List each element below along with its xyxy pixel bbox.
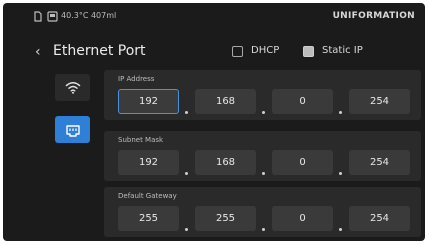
octet-separator: [185, 111, 188, 114]
page-title: Ethernet Port: [53, 43, 146, 59]
static-ip-label: Static IP: [322, 45, 363, 56]
octet-separator: [339, 111, 342, 114]
octet-separator: [339, 228, 342, 231]
default-gateway-panel: Default Gateway 255 255 0 254: [104, 187, 421, 237]
static-ip-checkbox[interactable]: [303, 45, 314, 57]
tab-wifi[interactable]: [55, 74, 90, 101]
brand-logo: UNIFORMATION: [332, 11, 415, 21]
back-button[interactable]: ‹: [35, 45, 41, 59]
gateway-octet-2[interactable]: 255: [195, 206, 256, 231]
static-ip-option[interactable]: Static IP: [303, 43, 363, 59]
tab-ethernet[interactable]: [55, 116, 90, 143]
octet-separator: [262, 172, 265, 175]
gateway-octet-1[interactable]: 255: [118, 206, 179, 231]
subnet-mask-label: Subnet Mask: [118, 136, 164, 144]
ip-address-panel: IP Address 192 168 0 254: [104, 70, 421, 120]
ip-octet-4[interactable]: 254: [349, 89, 410, 114]
ethernet-icon: [65, 124, 80, 137]
default-gateway-label: Default Gateway: [118, 192, 177, 200]
subnet-mask-panel: Subnet Mask 192 168 0 254: [104, 131, 421, 181]
octet-separator: [185, 172, 188, 175]
file-icon: [34, 11, 42, 22]
dhcp-checkbox[interactable]: [232, 45, 243, 57]
subnet-octet-2[interactable]: 168: [195, 150, 256, 175]
octet-separator: [262, 111, 265, 114]
octet-separator: [185, 228, 188, 231]
octet-separator: [339, 172, 342, 175]
status-bar: 40.3°C 407ml UNIFORMATION: [3, 3, 425, 29]
temperature-resin-readout: 40.3°C 407ml: [61, 11, 117, 20]
gateway-octet-3[interactable]: 0: [272, 206, 333, 231]
octet-separator: [262, 228, 265, 231]
subnet-octet-3[interactable]: 0: [272, 150, 333, 175]
printer-icon: [47, 11, 58, 22]
subnet-octet-4[interactable]: 254: [349, 150, 410, 175]
ip-octet-3[interactable]: 0: [272, 89, 333, 114]
gateway-octet-4[interactable]: 254: [349, 206, 410, 231]
ip-octet-2[interactable]: 168: [195, 89, 256, 114]
printer-screen: 40.3°C 407ml UNIFORMATION ‹ Ethernet Por…: [3, 3, 425, 241]
ip-address-label: IP Address: [118, 75, 155, 83]
wifi-icon: [65, 82, 80, 94]
ip-octet-1[interactable]: 192: [118, 89, 179, 114]
dhcp-label: DHCP: [251, 45, 280, 56]
subnet-octet-1[interactable]: 192: [118, 150, 179, 175]
dhcp-option[interactable]: DHCP: [232, 43, 279, 59]
